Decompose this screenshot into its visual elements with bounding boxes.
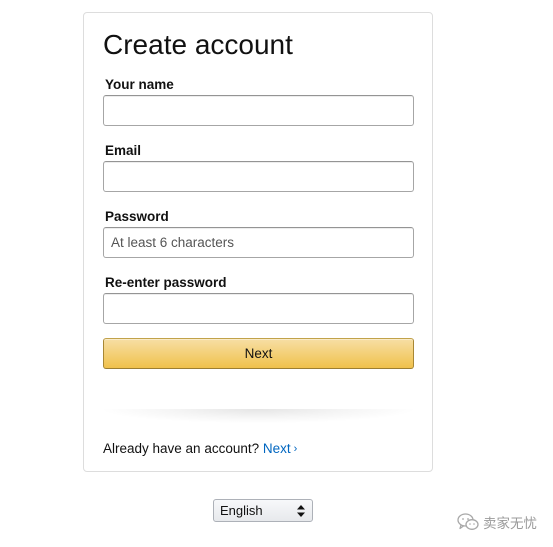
email-label: Email [105, 143, 142, 158]
your-name-label: Your name [105, 77, 174, 92]
select-updown-icon [297, 505, 305, 517]
signin-link[interactable]: Next › [263, 441, 297, 456]
language-select[interactable]: English [213, 499, 313, 522]
language-value: English [220, 503, 263, 518]
create-account-card: Create account Your name Email Password … [83, 12, 433, 472]
section-divider [103, 409, 414, 423]
email-input[interactable] [103, 161, 414, 192]
signin-row: Already have an account? Next › [103, 440, 297, 459]
password-input[interactable] [103, 227, 414, 258]
chevron-right-icon: › [293, 443, 298, 455]
reenter-password-label: Re-enter password [105, 275, 227, 290]
next-button[interactable]: Next [103, 338, 414, 369]
watermark: 卖家无忧 [457, 511, 537, 533]
wechat-icon [457, 513, 479, 530]
signin-prompt: Already have an account? [103, 441, 260, 456]
password-label: Password [105, 209, 169, 224]
page-title: Create account [103, 29, 293, 60]
reenter-password-input[interactable] [103, 293, 414, 324]
watermark-text: 卖家无忧 [483, 516, 537, 531]
your-name-input[interactable] [103, 95, 414, 126]
signin-link-text: Next [262, 441, 291, 456]
page: Create account Your name Email Password … [0, 0, 553, 547]
